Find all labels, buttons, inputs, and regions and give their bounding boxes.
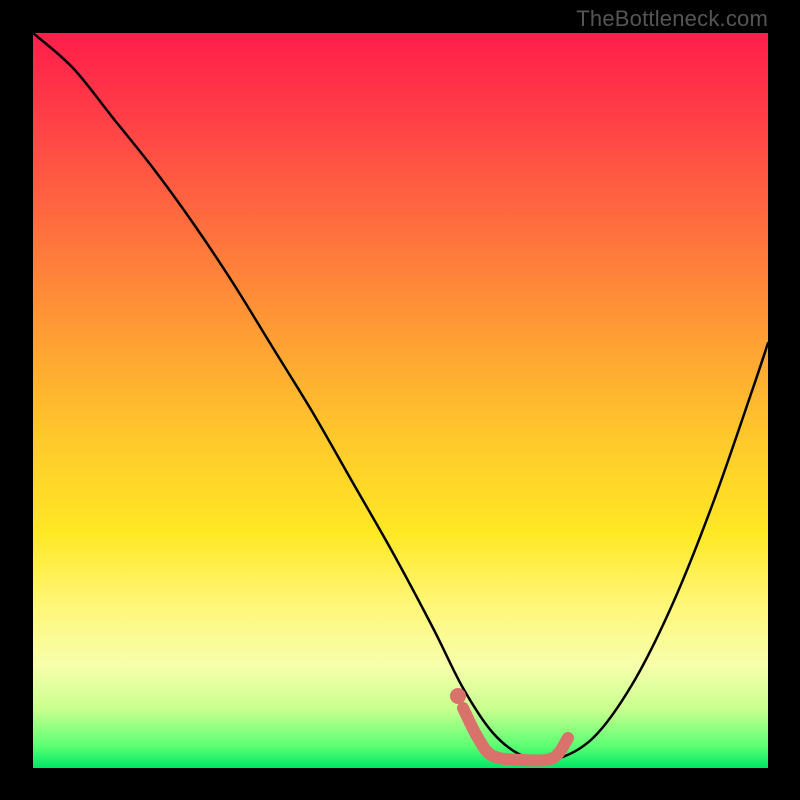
- pink-dot: [450, 688, 466, 704]
- chart-frame: TheBottleneck.com: [0, 0, 800, 800]
- watermark-text: TheBottleneck.com: [576, 6, 768, 32]
- black-curve: [33, 33, 768, 761]
- chart-svg: [33, 33, 768, 768]
- series-group: [33, 33, 768, 761]
